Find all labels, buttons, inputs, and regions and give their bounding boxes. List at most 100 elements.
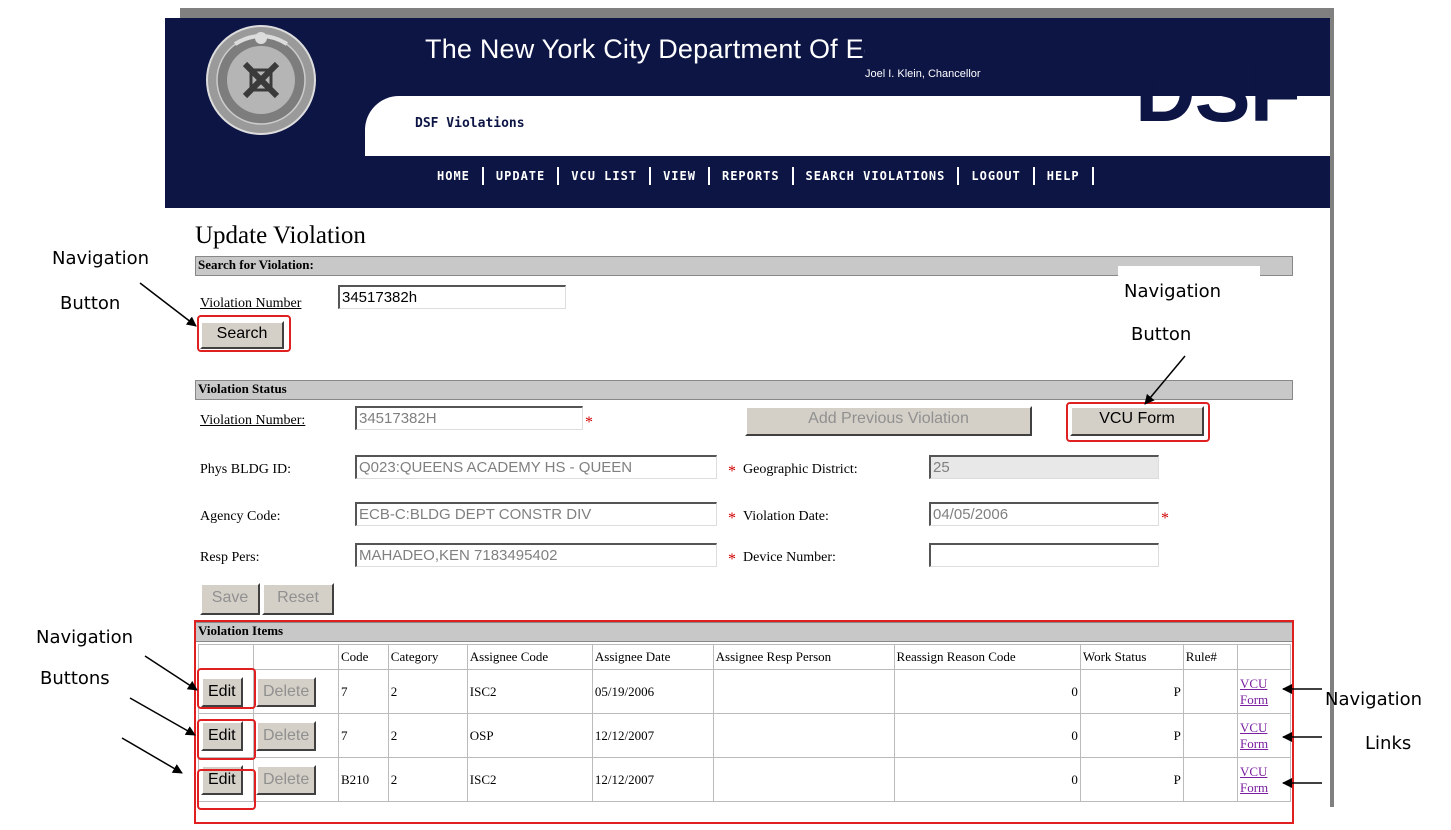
- annotation-nav-button-1-line2: Button: [60, 293, 121, 314]
- add-previous-violation-button[interactable]: Add Previous Violation: [745, 406, 1032, 436]
- cell-rule: [1182, 757, 1239, 802]
- col-link: [1237, 644, 1291, 670]
- search-button-highlight: [197, 315, 291, 352]
- main-nav: HOME UPDATE VCU LIST VIEW REPORTS SEARCH…: [425, 166, 1094, 186]
- phys-bldg-label: Phys BLDG ID:: [200, 462, 292, 477]
- required-mark: *: [1161, 510, 1169, 527]
- search-violation-label: Violation Number: [200, 296, 302, 311]
- site-subtitle: Joel I. Klein, Chancellor: [865, 68, 981, 80]
- nav-home[interactable]: HOME: [425, 169, 482, 183]
- col-assignee-code: Assignee Code: [466, 644, 593, 670]
- nav-search-violations[interactable]: SEARCH VIOLATIONS: [794, 169, 958, 183]
- cell-category: 2: [387, 757, 468, 802]
- nyc-seal-icon: [206, 25, 316, 135]
- header-curve: [865, 18, 1125, 96]
- vcu-form-link[interactable]: VCU Form: [1240, 764, 1268, 795]
- cell-assignee-code: ISC2: [466, 757, 593, 802]
- col-code: Code: [338, 644, 389, 670]
- cell-code: 7: [338, 713, 389, 758]
- cell-code: B210: [338, 757, 389, 802]
- cell-assignee-code: OSP: [466, 713, 593, 758]
- link-line1: VCU: [1240, 675, 1268, 691]
- violation-items-table: Code Category Assignee Code Assignee Dat…: [198, 644, 1291, 802]
- cell-reassign: 0: [893, 713, 1081, 758]
- device-number-field[interactable]: [929, 543, 1159, 567]
- cell-work-status: P: [1079, 713, 1184, 758]
- cell-resp-person: [712, 757, 895, 802]
- required-mark: *: [728, 463, 736, 480]
- agency-code-label: Agency Code:: [200, 509, 281, 524]
- nav-separator: [1091, 167, 1094, 185]
- col-category: Category: [387, 644, 468, 670]
- required-mark: *: [585, 414, 593, 431]
- cell-assignee-code: ISC2: [466, 669, 593, 714]
- save-button[interactable]: Save: [200, 583, 260, 615]
- cell-category: 2: [387, 713, 468, 758]
- violation-number-field[interactable]: 34517382H: [355, 406, 583, 430]
- annotation-nav-buttons-line2: Buttons: [40, 668, 110, 689]
- delete-button[interactable]: Delete: [256, 764, 317, 795]
- resp-pers-field[interactable]: MAHADEO,KEN 7183495402: [355, 543, 717, 567]
- cell-resp-person: [712, 669, 895, 714]
- vcu-form-button-highlight: [1066, 402, 1210, 442]
- cell-rule: [1182, 669, 1239, 714]
- link-line2: Form: [1240, 735, 1269, 751]
- link-line2: Form: [1240, 779, 1269, 795]
- edit-button-highlight: [197, 719, 256, 760]
- cell-reassign: 0: [893, 669, 1081, 714]
- link-line2: Form: [1240, 691, 1269, 707]
- search-violation-input[interactable]: 34517382h: [338, 285, 566, 309]
- edit-button-highlight: [197, 769, 256, 810]
- annotation-nav-button-2-line2: Button: [1131, 324, 1192, 345]
- link-line1: VCU: [1240, 763, 1268, 779]
- table-row: Edit Delete 7 2 ISC2 05/19/2006 0 P VCU F…: [198, 669, 1291, 714]
- delete-button[interactable]: Delete: [256, 676, 317, 707]
- edit-button-highlight: [197, 668, 256, 709]
- geo-district-label: Geographic District:: [743, 462, 858, 477]
- status-section-header: Violation Status: [195, 380, 1293, 400]
- cell-work-status: P: [1079, 669, 1184, 714]
- violation-date-field[interactable]: 04/05/2006: [929, 502, 1159, 526]
- cell-resp-person: [712, 713, 895, 758]
- nav-logout[interactable]: LOGOUT: [959, 169, 1032, 183]
- required-mark: *: [728, 510, 736, 527]
- nav-view[interactable]: VIEW: [651, 169, 708, 183]
- annotation-nav-links-line1: Navigation: [1325, 689, 1423, 710]
- agency-code-field[interactable]: ECB-C:BLDG DEPT CONSTR DIV: [355, 502, 717, 526]
- annotation-nav-button-2-line1: Navigation: [1124, 281, 1222, 302]
- delete-button[interactable]: Delete: [256, 720, 317, 751]
- nav-reports[interactable]: REPORTS: [710, 169, 792, 183]
- table-header-row: Code Category Assignee Code Assignee Dat…: [198, 644, 1291, 670]
- cell-code: 7: [338, 669, 389, 714]
- violation-date-label: Violation Date:: [743, 509, 829, 524]
- page-header: The New York City Department Of Educatio…: [165, 18, 1330, 208]
- dsf-logo: DSF: [1135, 45, 1301, 139]
- link-line1: VCU: [1240, 719, 1268, 735]
- col-reassign-reason-code: Reassign Reason Code: [893, 644, 1081, 670]
- reset-button[interactable]: Reset: [262, 583, 334, 615]
- nav-help[interactable]: HELP: [1035, 169, 1092, 183]
- device-number-label: Device Number:: [743, 550, 836, 565]
- cell-rule: [1182, 713, 1239, 758]
- cell-assignee-date: 12/12/2007: [591, 713, 714, 758]
- annotation-nav-buttons-line1: Navigation: [36, 627, 134, 648]
- nav-vcu-list[interactable]: VCU LIST: [559, 169, 649, 183]
- geo-district-field: 25: [929, 455, 1159, 479]
- table-row: Edit Delete B210 2 ISC2 12/12/2007 0 P V…: [198, 757, 1291, 802]
- phys-bldg-field[interactable]: Q023:QUEENS ACADEMY HS - QUEEN: [355, 455, 717, 479]
- page-title: Update Violation: [195, 222, 366, 249]
- cell-assignee-date: 12/12/2007: [591, 757, 714, 802]
- cell-work-status: P: [1079, 757, 1184, 802]
- col-assignee-resp-person: Assignee Resp Person: [712, 644, 895, 670]
- vcu-form-link[interactable]: VCU Form: [1240, 720, 1268, 751]
- vcu-form-link[interactable]: VCU Form: [1240, 676, 1268, 707]
- annotation-nav-button-1-line1: Navigation: [52, 248, 150, 269]
- col-assignee-date: Assignee Date: [591, 644, 714, 670]
- violation-number-label: Violation Number:: [200, 413, 306, 428]
- cell-assignee-date: 05/19/2006: [591, 669, 714, 714]
- col-rule: Rule#: [1182, 644, 1239, 670]
- nav-update[interactable]: UPDATE: [484, 169, 557, 183]
- required-mark: *: [728, 551, 736, 568]
- app-name: DSF Violations: [415, 116, 525, 131]
- cell-reassign: 0: [893, 757, 1081, 802]
